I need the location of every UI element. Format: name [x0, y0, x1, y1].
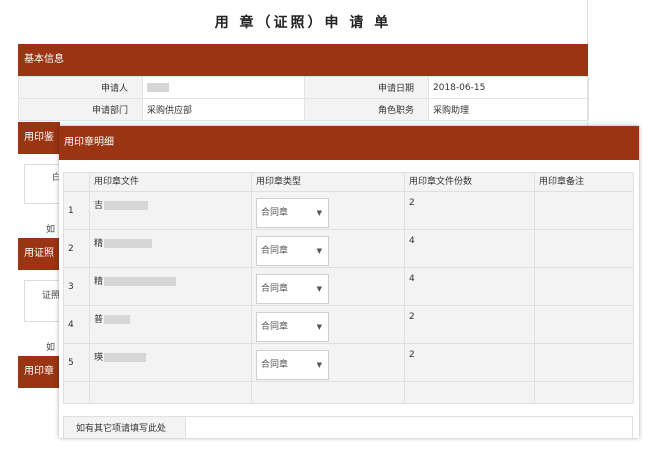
row-note[interactable]	[534, 267, 634, 306]
seal-type-value: 合同章	[261, 360, 289, 370]
row-type: 合同章 ▼	[251, 305, 405, 344]
extra-note-row: 如有其它项请填写此处	[63, 416, 633, 439]
page-title: 用 章（证照）申 请 单	[214, 15, 392, 31]
extra-note-input[interactable]	[185, 416, 633, 439]
row-file-char: 精	[94, 239, 104, 249]
redacted-file-name	[104, 201, 149, 210]
role-value: 采购助理	[428, 98, 589, 121]
row-index: 4	[63, 305, 90, 344]
table-row: 1 吉合同章 ▼ 2	[63, 191, 634, 230]
col-file: 用印章文件	[89, 172, 252, 192]
section-seal-partial: 用印鉴	[18, 122, 60, 154]
row-file-char: 吉	[94, 201, 104, 211]
seal-note-fragment: 如	[46, 225, 56, 235]
section-cert-partial: 用证照	[18, 238, 60, 270]
table-row: 5 瑛合同章 ▼ 2	[63, 343, 634, 382]
row-index: 5	[63, 343, 90, 382]
cert-col-fragment: 证照	[42, 291, 61, 301]
seal-type-select[interactable]: 合同章 ▼	[256, 274, 329, 304]
date-label: 申请日期	[304, 76, 429, 99]
table-row-empty	[63, 381, 634, 404]
col-note: 用印章备注	[534, 172, 634, 192]
row-note[interactable]	[534, 191, 634, 230]
seal-type-value: 合同章	[261, 246, 289, 256]
row-count: 2	[404, 343, 535, 382]
basic-info-table: 申请人 申请日期 2018-06-15 申请部门 采购供应部 角色职务 采购助理	[18, 76, 589, 121]
section-basic-info: 基本信息	[18, 44, 588, 76]
row-index: 3	[63, 267, 90, 306]
table-row: 2 精合同章 ▼ 4	[63, 229, 634, 268]
redacted-file-name	[104, 315, 131, 324]
row-file-char: 普	[94, 315, 104, 325]
date-value: 2018-06-15	[428, 76, 589, 99]
extra-note-label: 如有其它项请填写此处	[63, 416, 186, 439]
row-file: 瑛	[89, 343, 252, 382]
role-label: 角色职务	[304, 98, 429, 121]
row-count: 4	[404, 267, 535, 306]
row-note[interactable]	[534, 343, 634, 382]
cert-note-fragment: 如	[46, 343, 56, 353]
dept-label: 申请部门	[18, 98, 143, 121]
seal-type-value: 合同章	[261, 208, 289, 218]
row-file: 普	[89, 305, 252, 344]
row-file: 精	[89, 229, 252, 268]
seal-type-select[interactable]: 合同章 ▼	[256, 236, 329, 266]
row-type: 合同章 ▼	[251, 267, 405, 306]
seal-detail-dialog: 用印章明细 用印章文件 用印章类型 用印章文件份数 用印章备注 1 吉合同章 ▼ 2 2…	[59, 126, 639, 439]
row-type: 合同章 ▼	[251, 343, 405, 382]
chevron-down-icon: ▼	[316, 247, 322, 255]
seal-type-select[interactable]: 合同章 ▼	[256, 350, 329, 380]
row-count: 2	[404, 305, 535, 344]
dept-value: 采购供应部	[142, 98, 305, 121]
col-index	[63, 172, 90, 192]
row-type: 合同章 ▼	[251, 229, 405, 268]
seal-type-value: 合同章	[261, 284, 289, 294]
applicant-label: 申请人	[18, 76, 143, 99]
section-seal2-partial: 用印章	[18, 356, 60, 388]
redacted-file-name	[104, 239, 153, 248]
chevron-down-icon: ▼	[316, 323, 322, 331]
row-count: 2	[404, 191, 535, 230]
redacted-file-name	[104, 353, 147, 362]
chevron-down-icon: ▼	[316, 361, 322, 369]
row-file-char: 瑛	[94, 353, 104, 363]
chevron-down-icon: ▼	[316, 209, 322, 217]
redacted-file-name	[104, 277, 177, 286]
col-type: 用印章类型	[251, 172, 405, 192]
row-file: 吉	[89, 191, 252, 230]
seal-detail-table: 用印章文件 用印章类型 用印章文件份数 用印章备注 1 吉合同章 ▼ 2 2 精合同章 ▼ 4…	[63, 172, 634, 404]
seal-type-select[interactable]: 合同章 ▼	[256, 312, 329, 342]
applicant-value	[142, 76, 305, 99]
cert-table-fragment	[24, 280, 60, 322]
seal-type-value: 合同章	[261, 322, 289, 332]
table-row: 4 普合同章 ▼ 2	[63, 305, 634, 344]
col-count: 用印章文件份数	[404, 172, 535, 192]
row-note[interactable]	[534, 305, 634, 344]
row-file-char: 精	[94, 277, 104, 287]
row-note[interactable]	[534, 229, 634, 268]
dialog-title: 用印章明细	[59, 126, 639, 160]
seal-type-select[interactable]: 合同章 ▼	[256, 198, 329, 228]
row-count: 4	[404, 229, 535, 268]
row-file: 精	[89, 267, 252, 306]
chevron-down-icon: ▼	[316, 285, 322, 293]
row-index: 2	[63, 229, 90, 268]
redacted-applicant-name	[147, 82, 169, 92]
row-index: 1	[63, 191, 90, 230]
row-type: 合同章 ▼	[251, 191, 405, 230]
table-row: 3 精合同章 ▼ 4	[63, 267, 634, 306]
